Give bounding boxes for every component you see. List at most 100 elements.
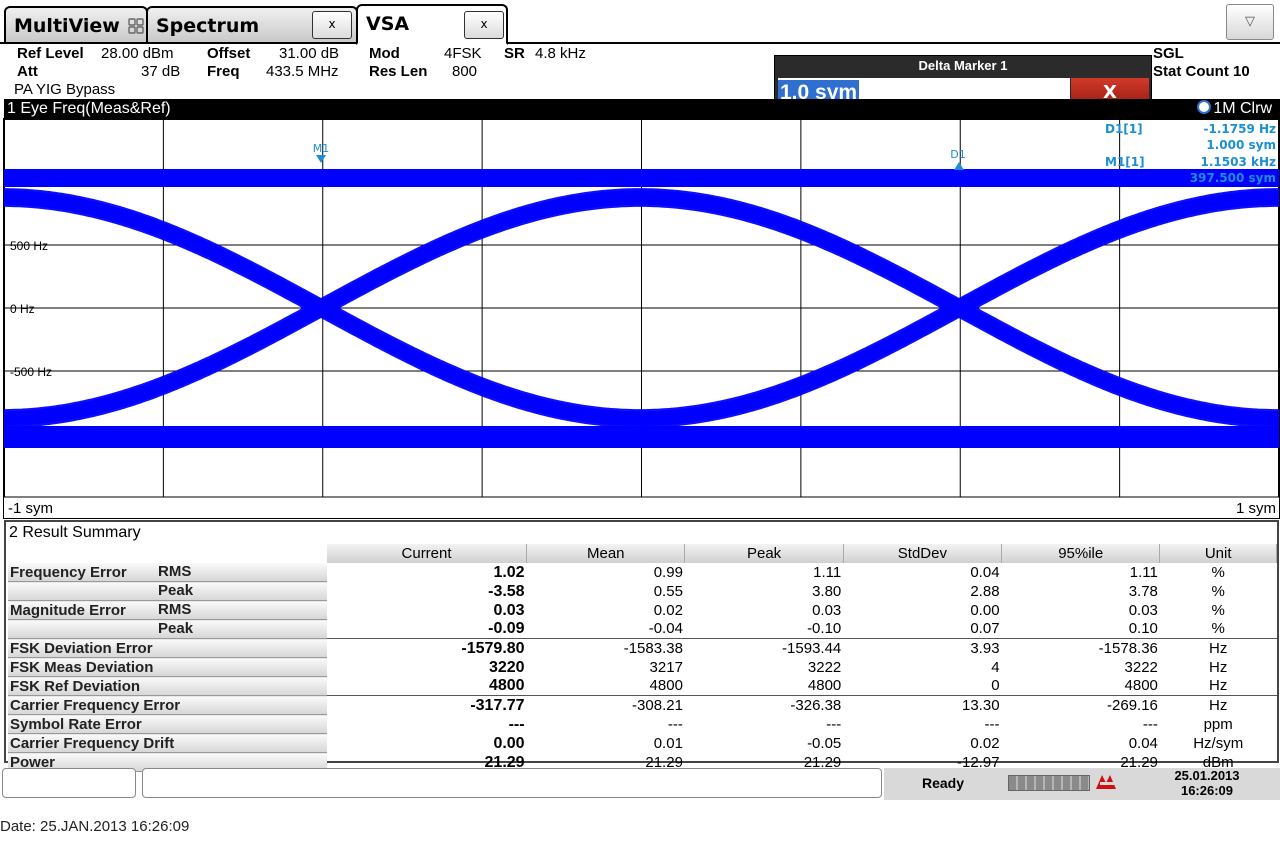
- cell-current: -1579.80: [327, 638, 527, 658]
- cell-95ile: -1578.36: [1001, 638, 1160, 658]
- cell-mean: 0.99: [653, 563, 683, 581]
- table-row: Carrier Frequency Drift 0.00 0.01 -0.05 0.02…: [8, 733, 1277, 753]
- cell-unit: Hz: [1159, 638, 1277, 658]
- d1-readout-label: D1[1]: [1105, 122, 1143, 136]
- cell-peak: 1.11: [813, 563, 842, 581]
- cell-95ile: 0.04: [1128, 734, 1158, 752]
- cell-mean: -1583.38: [526, 638, 685, 658]
- row-label: Symbol Rate Error: [10, 715, 142, 733]
- cell-95ile: ---: [1142, 715, 1158, 733]
- eye-diagram[interactable]: -1 sym 1 sym 500 Hz 0 Hz -500 Hz M1 D1 D…: [0, 0, 1280, 520]
- row-label-cell: FSK Meas Deviation: [8, 657, 327, 677]
- cell-unit: Hz: [1209, 677, 1228, 695]
- cell-stddev: 3.93: [843, 638, 1002, 658]
- col-header-mean: Mean: [526, 544, 686, 563]
- row-label: Frequency Error: [10, 563, 127, 581]
- tab-vsa[interactable]: VSA x: [356, 4, 508, 45]
- row-label-cell: Carrier Frequency Drift: [8, 733, 327, 753]
- m1-readout-value1: 1.1503 kHz: [1201, 155, 1277, 169]
- table-row: Carrier Frequency Error -317.77 -308.21 -32…: [8, 695, 1277, 715]
- cell-current: 1.02: [493, 563, 525, 581]
- status-date: 25.01.2013: [1174, 768, 1240, 783]
- marker-d1-label: D1: [950, 148, 965, 161]
- status-field-left: [2, 768, 136, 798]
- row-label-cell: Frequency Error RMS: [8, 563, 327, 582]
- y-label-0: 0 Hz: [10, 302, 35, 316]
- table-row: Symbol Rate Error --- --- --- --- --- ppm: [8, 714, 1277, 734]
- cell-unit: %: [1211, 582, 1225, 600]
- row-label: Magnitude Error: [10, 601, 126, 619]
- row-label: Carrier Frequency Drift: [10, 734, 175, 752]
- cell-peak: -1593.44: [684, 638, 844, 658]
- x-axis-right-label: 1 sym: [1236, 500, 1276, 517]
- cell-mean: 0.55: [653, 582, 683, 600]
- col-header-peak: Peak: [684, 544, 844, 563]
- cell-peak: ---: [826, 715, 842, 733]
- cell-peak: -0.10: [807, 620, 842, 638]
- status-ready: Ready: [922, 775, 965, 791]
- row-label: FSK Deviation Error: [10, 639, 153, 657]
- table-row: Frequency Error RMS 1.02 0.99 1.11 0.04 1.11%: [8, 563, 1277, 582]
- cell-stddev: 0.04: [970, 563, 1000, 581]
- row-label: FSK Ref Deviation: [10, 677, 141, 695]
- row-label-cell: Peak: [8, 581, 327, 601]
- row-label-cell: Magnitude Error RMS: [8, 600, 327, 620]
- cell-95ile: -269.16: [1001, 695, 1160, 715]
- cell-current: ---: [508, 715, 525, 733]
- row-label: Carrier Frequency Error: [10, 696, 181, 714]
- cell-mean: -308.21: [526, 695, 685, 715]
- cell-95ile: 0.10: [1128, 620, 1158, 638]
- cell-mean: 0.01: [653, 734, 683, 752]
- cell-current: 4800: [488, 677, 525, 695]
- cell-stddev: 2.88: [970, 582, 1000, 600]
- cell-mean: 0.02: [653, 601, 683, 619]
- cell-current: -0.09: [488, 620, 525, 638]
- cell-unit: Hz: [1209, 658, 1228, 676]
- table-row: FSK Meas Deviation 3220 3217 3222 4 3222 Hz: [8, 657, 1277, 677]
- cell-95ile: 0.03: [1128, 601, 1158, 619]
- status-datetime: 25.01.2013 16:26:09: [1152, 768, 1262, 798]
- col-header-current: Current: [327, 544, 528, 563]
- m1-readout-label: M1[1]: [1105, 155, 1145, 169]
- close-vsa-button[interactable]: x: [464, 11, 504, 39]
- cell-95ile: 1.11: [1129, 563, 1158, 581]
- x-axis-left-label: -1 sym: [8, 500, 53, 517]
- table-header-row: Current Mean Peak StdDev 95%ile Unit: [8, 544, 1277, 563]
- footer-date: Date: 25.JAN.2013 16:26:09: [0, 818, 190, 835]
- d1-readout-value1: -1.1759 Hz: [1204, 122, 1277, 136]
- col-header-95ile: 95%ile: [1001, 544, 1161, 563]
- cell-mean: 3217: [649, 658, 683, 676]
- cell-stddev: ---: [984, 715, 1000, 733]
- status-time: 16:26:09: [1180, 783, 1234, 798]
- marker-m1-label: M1: [313, 142, 330, 155]
- cell-stddev: 0: [991, 677, 1000, 695]
- cell-peak: 0.03: [812, 601, 842, 619]
- table-row: Peak -3.58 0.55 3.80 2.88 3.78%: [8, 581, 1277, 601]
- table-row: FSK Ref Deviation 4800 4800 4800 0 4800 Hz: [8, 676, 1277, 696]
- status-message-field: [142, 768, 882, 798]
- d1-readout-value2: 1.000 sym: [1206, 138, 1276, 152]
- col-header-label: [8, 544, 327, 563]
- cell-stddev: 13.30: [843, 695, 1002, 715]
- row-label-cell: Carrier Frequency Error: [8, 695, 327, 715]
- progress-indicator: [1008, 775, 1090, 791]
- cell-peak: 3.80: [812, 582, 842, 600]
- table-row: FSK Deviation Error -1579.80 -1583.38 -1593…: [8, 638, 1277, 658]
- rs-logo-icon: [1096, 775, 1116, 789]
- cell-stddev: 0.00: [970, 601, 1000, 619]
- result-summary-title: 2 Result Summary: [9, 524, 141, 541]
- cell-current: 0.00: [493, 734, 525, 752]
- cell-mean: -0.04: [648, 620, 683, 638]
- cell-peak: -326.38: [684, 695, 844, 715]
- cell-unit: %: [1211, 620, 1225, 638]
- result-summary-table: Current Mean Peak StdDev 95%ile Unit Fre…: [8, 544, 1277, 772]
- result-summary-window: 2 Result Summary Current Mean Peak StdDe…: [4, 520, 1279, 772]
- cell-stddev: 0.07: [970, 620, 1000, 638]
- cell-unit: %: [1211, 563, 1225, 581]
- row-sublabel: RMS: [158, 563, 192, 580]
- cell-current: -3.58: [488, 582, 525, 600]
- cell-current: -317.77: [327, 695, 527, 715]
- x-axis-strip: [4, 497, 1279, 518]
- row-label-cell: FSK Ref Deviation: [8, 676, 327, 696]
- table-row: Magnitude Error RMS 0.03 0.02 0.03 0.00 0.03%: [8, 600, 1277, 620]
